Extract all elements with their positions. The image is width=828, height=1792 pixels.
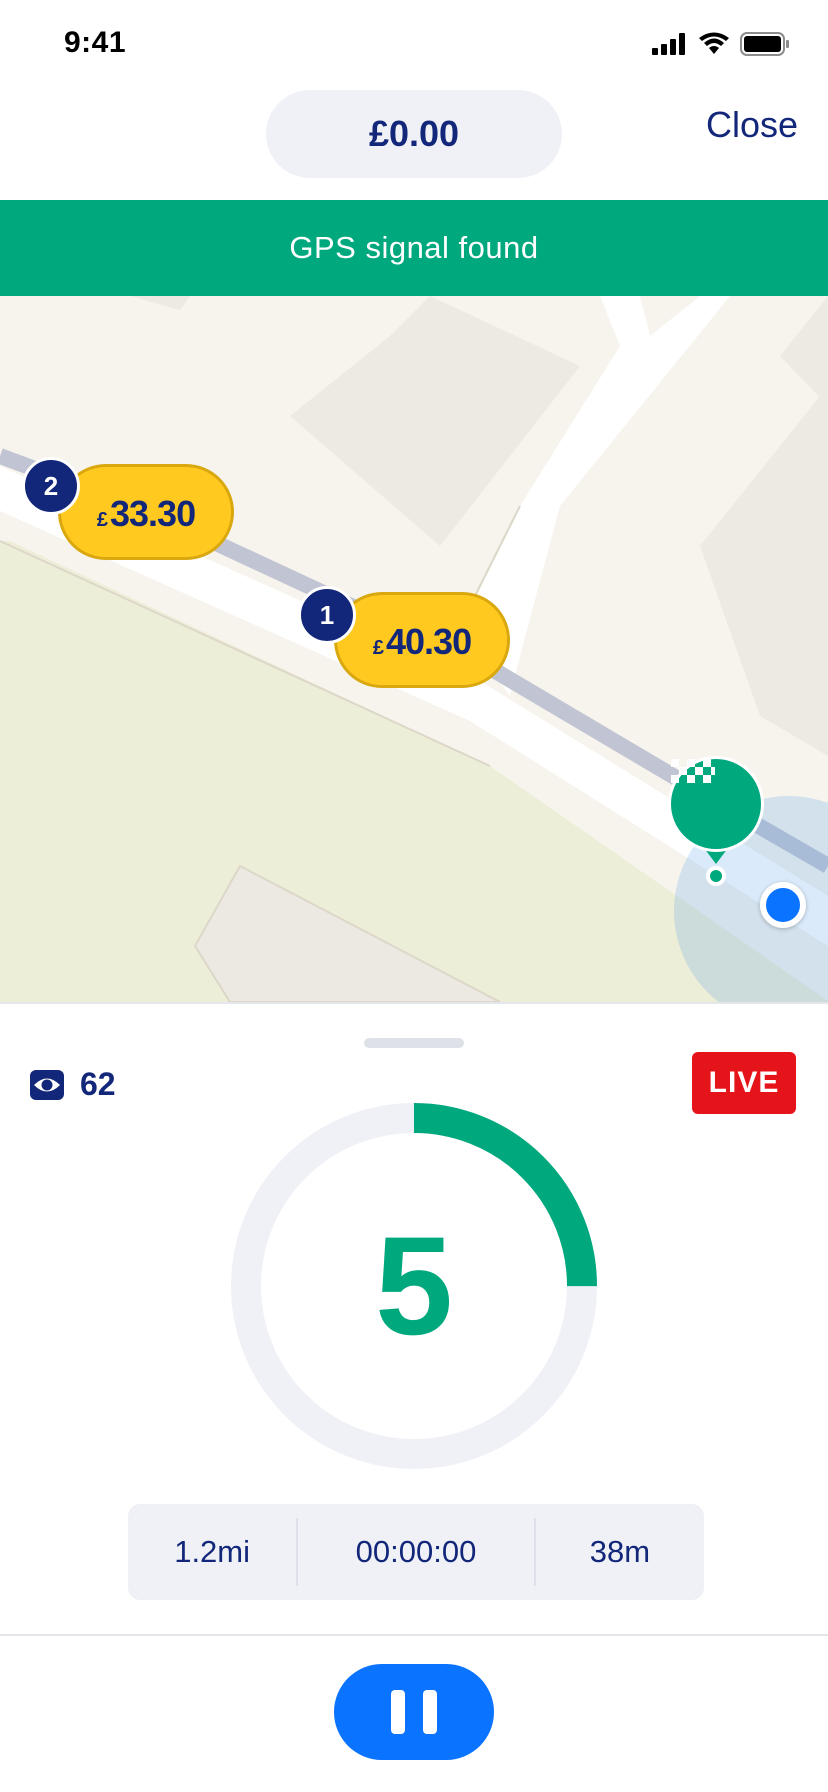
viewers-count: 62 bbox=[80, 1066, 116, 1102]
pause-button[interactable] bbox=[334, 1664, 494, 1760]
price-tag-1[interactable]: £ 40.30 bbox=[334, 592, 510, 688]
taxi-checkered-icon bbox=[671, 759, 715, 783]
map[interactable]: £ 40.30 1 £ 33.30 2 bbox=[0, 296, 828, 1002]
viewers-indicator: 62 bbox=[30, 1066, 116, 1103]
close-button[interactable]: Close bbox=[706, 104, 798, 146]
eta-stat: 38m bbox=[589, 1534, 651, 1569]
trip-stats: 1.2mi 00:00:00 38m bbox=[128, 1504, 704, 1600]
duration-stat: 00:00:00 bbox=[296, 1518, 536, 1586]
status-icons bbox=[652, 32, 790, 56]
price-tag-amount: 33.30 bbox=[110, 493, 196, 534]
fare-total: £0.00 bbox=[266, 90, 562, 178]
rank-badge-2: 2 bbox=[22, 457, 80, 515]
gps-status-banner: GPS signal found bbox=[0, 200, 828, 296]
status-time: 9:41 bbox=[64, 26, 127, 59]
price-tag-2[interactable]: £ 33.30 bbox=[58, 464, 234, 560]
countdown-number: 5 bbox=[375, 1207, 453, 1364]
signal-icon bbox=[652, 33, 685, 55]
price-tag-amount: 40.30 bbox=[386, 621, 472, 662]
eye-icon bbox=[30, 1069, 64, 1100]
sheet-grabber[interactable] bbox=[364, 1038, 464, 1048]
wifi-icon bbox=[699, 32, 729, 54]
price-tag-currency: £ bbox=[96, 509, 109, 531]
pause-icon bbox=[423, 1690, 437, 1734]
price-tag-currency: £ bbox=[372, 637, 385, 659]
status-bar: 9:41 bbox=[0, 0, 828, 88]
sheet-divider bbox=[0, 1634, 828, 1636]
trip-sheet: 62 LIVE 5 1.2mi 00:00:00 38m bbox=[0, 1002, 828, 1792]
taxi-location-dot bbox=[706, 866, 726, 886]
pause-icon bbox=[391, 1690, 405, 1734]
taxi-marker[interactable] bbox=[668, 756, 764, 852]
distance-stat: 1.2mi bbox=[174, 1534, 251, 1569]
current-location-icon bbox=[760, 882, 806, 928]
live-badge: LIVE bbox=[692, 1052, 796, 1114]
battery-icon bbox=[740, 32, 789, 56]
rank-badge-1: 1 bbox=[298, 586, 356, 644]
